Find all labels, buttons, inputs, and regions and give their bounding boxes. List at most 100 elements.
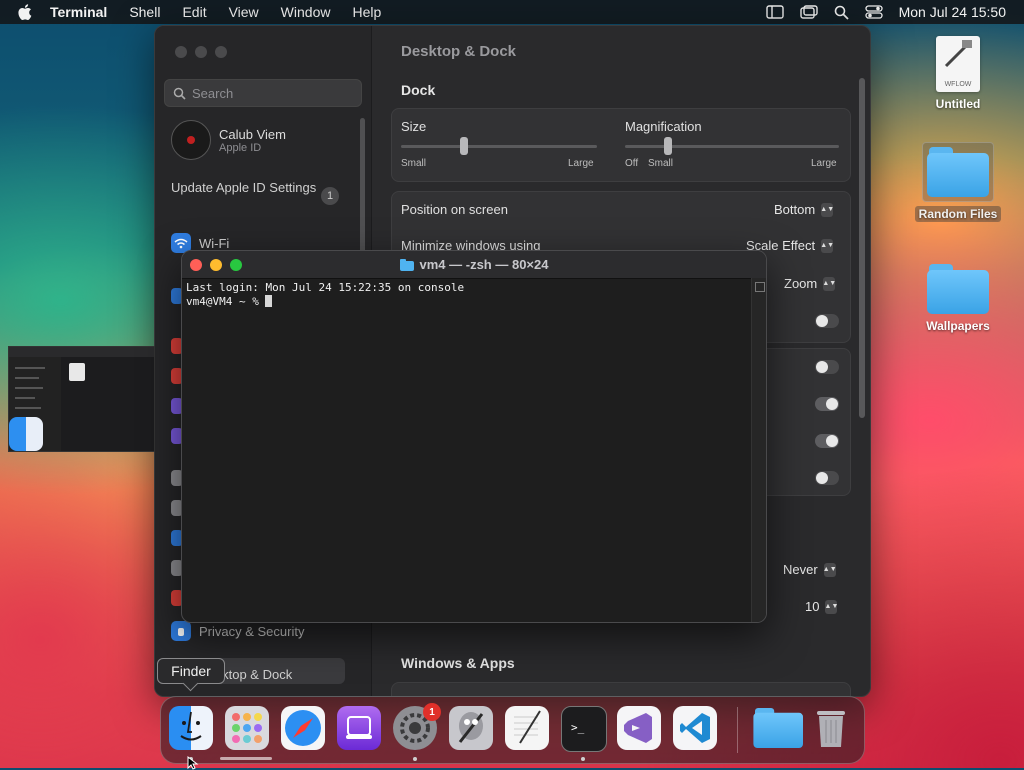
apple-menu-icon[interactable] [18, 4, 34, 20]
desktop-item-random-files[interactable]: Random Files [908, 142, 1008, 222]
size-label: Size [401, 119, 427, 134]
dock-safari-icon[interactable] [281, 706, 325, 750]
magnification-slider[interactable] [625, 145, 839, 148]
page-title: Desktop & Dock [401, 43, 517, 60]
terminal-titlebar[interactable]: vm4 — -zsh — 80×24 [182, 251, 766, 279]
windows-apps-panel [391, 682, 851, 696]
sidebar-item-label: Wi-Fi [199, 235, 230, 251]
update-apple-id-settings[interactable]: Update Apple ID Settings [171, 180, 321, 196]
chevron-updown-icon: ▲▼ [825, 599, 838, 614]
recent-count-value: 10 [805, 599, 820, 614]
terminal-title: vm4 — -zsh — 80×24 [182, 251, 766, 278]
size-min-label: Small [401, 158, 427, 169]
chevron-updown-icon: ▲▼ [820, 202, 834, 217]
terminal-title-text: vm4 — -zsh — 80×24 [419, 257, 549, 272]
never-popup[interactable]: Never ▲▼ [783, 562, 837, 577]
sidebar-item-privacy[interactable]: Privacy & Security [171, 621, 304, 641]
hand-icon [171, 621, 191, 641]
toggle-4[interactable] [815, 434, 839, 448]
apple-id-profile[interactable]: Calub Viem Apple ID [171, 120, 286, 160]
running-indicator [581, 757, 585, 761]
settings-search-field[interactable]: Search [164, 79, 362, 107]
chevron-updown-icon: ▲▼ [823, 562, 837, 577]
menu-clock[interactable]: Mon Jul 24 15:50 [899, 4, 1006, 20]
zoom-button[interactable] [215, 46, 227, 58]
terminal-last-login: Last login: Mon Jul 24 15:22:35 on conso… [186, 281, 465, 294]
terminal-output[interactable]: Last login: Mon Jul 24 15:22:35 on conso… [186, 281, 464, 309]
dock-downloads-folder-icon[interactable] [749, 706, 803, 750]
profile-name: Calub Viem [219, 126, 286, 142]
notification-badge: 1 [423, 703, 441, 721]
sidebar-scrollbar[interactable] [360, 118, 365, 268]
menu-app-name[interactable]: Terminal [50, 4, 107, 20]
dock-automator-icon[interactable] [449, 706, 493, 750]
magnification-slider-knob[interactable] [663, 137, 672, 155]
position-popup[interactable]: Bottom ▲▼ [774, 202, 834, 217]
zoom-popup[interactable]: Zoom ▲▼ [784, 276, 836, 291]
search-placeholder: Search [192, 85, 234, 101]
menu-view[interactable]: View [229, 4, 259, 20]
toggle-5[interactable] [815, 471, 839, 485]
position-on-screen-label: Position on screen [401, 202, 508, 217]
dock-vscode-icon[interactable] [673, 706, 717, 750]
magnification-max-label: Large [811, 158, 837, 169]
dock-podcasts-icon[interactable] [337, 706, 381, 750]
toggle-1[interactable] [815, 314, 839, 328]
folder-icon [927, 264, 989, 314]
search-icon [173, 87, 186, 100]
stage-manager-icon[interactable] [799, 5, 818, 19]
chevron-updown-icon: ▲▼ [820, 238, 834, 253]
dock-visual-studio-icon[interactable] [617, 706, 661, 750]
zoom-value: Zoom [784, 276, 818, 291]
folder-icon [927, 147, 989, 197]
avatar [171, 120, 211, 160]
spotlight-search-icon[interactable] [834, 5, 849, 20]
desktop-item-untitled[interactable]: WFLOW Untitled [908, 36, 1008, 112]
dock-terminal-icon[interactable]: >_ [561, 706, 607, 752]
menu-help[interactable]: Help [352, 4, 381, 20]
sidebar-item-label: Privacy & Security [199, 623, 305, 639]
dock-textedit-icon[interactable] [505, 706, 549, 750]
svg-text:>_: >_ [571, 721, 585, 734]
recent-count-popup[interactable]: 10 ▲▼ [805, 599, 838, 614]
dock-launchpad-icon[interactable] [225, 706, 269, 750]
desktop-item-label: Random Files [914, 206, 1002, 222]
control-center-icon[interactable] [864, 5, 883, 19]
sidebar-status-icon[interactable] [765, 5, 784, 19]
minimize-button[interactable] [195, 46, 207, 58]
menu-window[interactable]: Window [281, 4, 331, 20]
magnification-off-label: Off [625, 158, 639, 169]
dock-hover-indicator [220, 757, 272, 760]
size-slider-knob[interactable] [459, 137, 468, 155]
dock-section-title: Dock [401, 82, 436, 98]
toggle-2[interactable] [815, 360, 839, 374]
desktop-item-wallpapers[interactable]: Wallpapers [908, 264, 1008, 334]
desktop-item-label: Untitled [935, 97, 981, 111]
close-button[interactable] [175, 46, 187, 58]
terminal-prompt: vm4@VM4 ~ % [186, 295, 266, 308]
dock: 1 >_ [160, 696, 865, 764]
window-thumbnail-preview[interactable] [8, 346, 155, 452]
main-scrollbar[interactable] [859, 78, 865, 418]
desktop-item-label: Wallpapers [926, 319, 990, 333]
terminal-window[interactable]: vm4 — -zsh — 80×24 Last login: Mon Jul 2… [181, 250, 767, 623]
settings-window-controls [175, 46, 227, 58]
size-max-label: Large [568, 158, 594, 169]
dock-size-panel: Size Small Large Magnification Off Small… [391, 108, 851, 182]
size-slider[interactable] [401, 145, 597, 148]
dock-finder-icon[interactable] [169, 706, 213, 750]
dock-trash-icon[interactable] [809, 706, 853, 750]
menu-bar: Terminal Shell Edit View Window Help Mon… [0, 0, 1024, 24]
document-badge-text: WFLOW [944, 81, 972, 88]
terminal-scrollbar[interactable] [751, 278, 766, 622]
chevron-updown-icon: ▲▼ [822, 276, 836, 291]
folder-icon [399, 258, 414, 271]
menu-edit[interactable]: Edit [182, 4, 206, 20]
menu-shell[interactable]: Shell [129, 4, 160, 20]
workflow-document-icon: WFLOW [936, 36, 980, 92]
toggle-3[interactable] [815, 397, 839, 411]
dock-tooltip: Finder [157, 658, 225, 684]
magnification-label: Magnification [625, 119, 702, 134]
profile-subtitle: Apple ID [219, 141, 262, 154]
update-badge: 1 [321, 187, 339, 205]
